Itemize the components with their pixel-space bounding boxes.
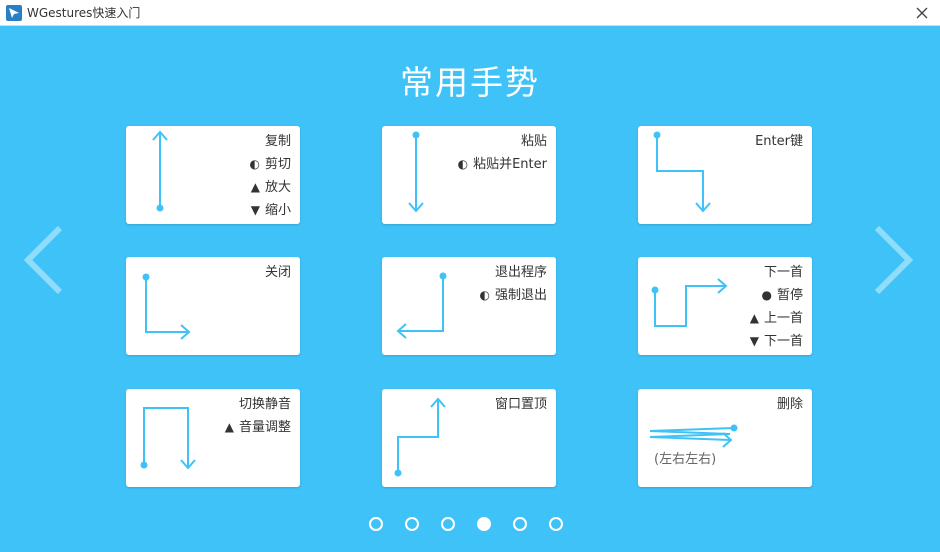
gesture-action-label: 窗口置顶 <box>495 393 547 416</box>
close-button[interactable] <box>912 3 932 23</box>
card-labels: 退出程序 ◐ 强制退出 <box>480 261 548 307</box>
label-text: Enter键 <box>755 134 803 149</box>
gesture-modifier-label: ▼ 下一首 <box>750 330 803 353</box>
gesture-modifier-label: ◐ 剪切 <box>250 153 292 176</box>
next-page-button[interactable] <box>873 224 913 296</box>
card-labels: 关闭 <box>265 261 291 284</box>
gesture-action-label: 粘贴 <box>458 130 547 153</box>
modifier-symbol: ● <box>761 288 772 302</box>
label-text: 音量调整 <box>238 420 291 435</box>
label-text: 粘贴 <box>520 134 547 149</box>
gesture-modifier-label: ▲ 放大 <box>250 176 291 199</box>
gesture-note: (左右左右) <box>654 452 717 467</box>
label-text: 删除 <box>776 397 803 412</box>
gesture-card-close: 关闭 <box>126 257 300 355</box>
page-dot[interactable] <box>369 517 383 531</box>
gesture-modifier-label: ◐ 粘贴并Enter <box>458 153 547 176</box>
label-text: 上一首 <box>763 311 803 326</box>
card-labels: 切换静音 ▲ 音量调整 <box>225 393 291 439</box>
window-title: WGestures快速入门 <box>27 6 141 20</box>
label-text: 窗口置顶 <box>494 397 547 412</box>
label-text: 剪切 <box>264 157 291 172</box>
gesture-action-label: 退出程序 <box>480 261 547 284</box>
page-dot[interactable] <box>405 517 419 531</box>
gesture-card-next-track: 下一首 ● 暂停 ▲ 上一首 ▼ 下一首 <box>638 257 812 355</box>
page-dot[interactable] <box>441 517 455 531</box>
modifier-symbol: ▼ <box>749 334 759 348</box>
label-text: 切换静音 <box>238 397 291 412</box>
gesture-card-copy: 复制 ◐ 剪切 ▲ 放大 ▼ 缩小 <box>126 126 300 224</box>
gesture-action-label: 关闭 <box>265 261 291 284</box>
gesture-modifier-label: ▼ 缩小 <box>250 199 291 222</box>
modifier-symbol: ◐ <box>479 288 490 302</box>
card-labels: 下一首 ● 暂停 ▲ 上一首 ▼ 下一首 <box>750 261 803 353</box>
page-dot[interactable] <box>549 517 563 531</box>
card-labels: 删除 <box>777 393 803 416</box>
modifier-symbol: ▲ <box>224 420 234 434</box>
close-icon <box>916 7 928 19</box>
gesture-modifier-label: ▲ 上一首 <box>750 307 803 330</box>
gesture-card-delete: 删除 (左右左右) <box>638 389 812 487</box>
modifier-symbol: ▲ <box>250 180 260 194</box>
label-text: 退出程序 <box>494 265 547 280</box>
gesture-card-exit: 退出程序 ◐ 强制退出 <box>382 257 556 355</box>
modifier-symbol: ▼ <box>250 203 260 217</box>
label-text: 缩小 <box>264 203 291 218</box>
gesture-modifier-label: ◐ 强制退出 <box>480 284 548 307</box>
gesture-modifier-label: ● 暂停 <box>750 284 804 307</box>
page-title: 常用手势 <box>400 63 540 102</box>
label-text: 下一首 <box>763 334 803 349</box>
prev-page-button[interactable] <box>24 224 64 296</box>
pagination <box>369 517 569 531</box>
gesture-action-label: 复制 <box>250 130 291 153</box>
card-labels: 粘贴 ◐ 粘贴并Enter <box>458 130 547 176</box>
label-text: 放大 <box>264 180 291 195</box>
label-text: 暂停 <box>776 288 803 303</box>
gesture-modifier-label: ▲ 音量调整 <box>225 416 291 439</box>
gesture-card-paste: 粘贴 ◐ 粘贴并Enter <box>382 126 556 224</box>
label-text: 下一首 <box>763 265 803 280</box>
page-dot[interactable] <box>477 517 491 531</box>
gesture-card-enter: Enter键 <box>638 126 812 224</box>
label-text: 粘贴并Enter <box>473 157 547 172</box>
chevron-right-icon <box>874 225 913 295</box>
card-labels: 窗口置顶 <box>495 393 547 416</box>
gesture-action-label: Enter键 <box>755 130 803 153</box>
modifier-symbol: ◐ <box>457 157 469 171</box>
label-text: 复制 <box>264 134 291 149</box>
modifier-symbol: ▲ <box>749 311 759 325</box>
label-text: 关闭 <box>264 265 291 280</box>
gesture-action-label: 切换静音 <box>225 393 291 416</box>
page-dot[interactable] <box>513 517 527 531</box>
card-labels: Enter键 <box>755 130 803 153</box>
chevron-left-icon <box>24 225 63 295</box>
title-bar: WGestures快速入门 <box>0 0 940 26</box>
gesture-action-label: 下一首 <box>750 261 803 284</box>
gesture-card-mute: 切换静音 ▲ 音量调整 <box>126 389 300 487</box>
modifier-symbol: ◐ <box>249 157 260 171</box>
wgestures-icon <box>6 5 22 21</box>
gesture-card-topmost: 窗口置顶 <box>382 389 556 487</box>
card-labels: 复制 ◐ 剪切 ▲ 放大 ▼ 缩小 <box>250 130 292 222</box>
gesture-action-label: 删除 <box>777 393 803 416</box>
label-text: 强制退出 <box>494 288 547 303</box>
